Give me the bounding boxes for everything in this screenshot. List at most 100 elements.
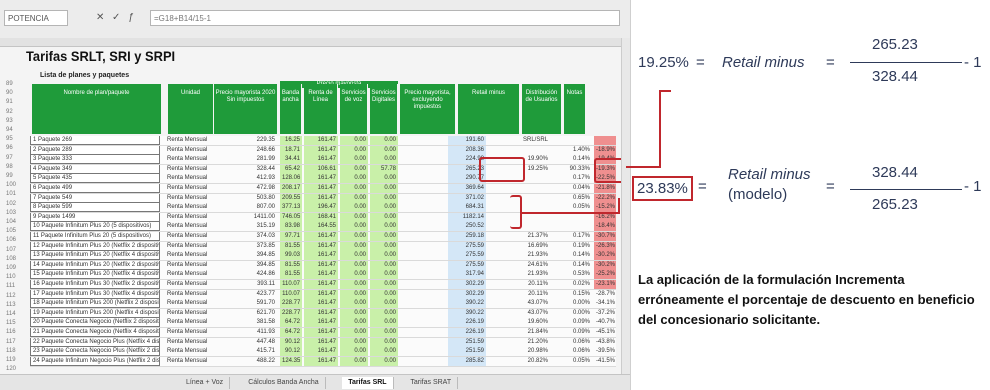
name-box[interactable]: POTENCIA [4, 10, 68, 26]
wholesale-price-cell: 371.02 [448, 193, 486, 203]
wholesale-component-cell: 0.00 [340, 241, 368, 251]
plan-name-cell: 9 Paquete 1499 [30, 212, 160, 222]
table-row[interactable]: 11 Paquete Infinitum Plus 20 (5 disposit… [30, 232, 616, 242]
wholesale-component-cell: 0.00 [340, 222, 368, 232]
row-number: 89 [6, 81, 13, 87]
table-row[interactable]: 23 Paquete Conecta Negocio Plus (Netflix… [30, 347, 616, 358]
table-row[interactable]: 2 Paquete 289 Renta Mensual 248.66 18.71 161… [30, 145, 616, 156]
plan-name-cell: 8 Paquete 599 [30, 203, 160, 213]
table-row[interactable]: 7 Paquete 549 Renta Mensual 503.80 209.55 16… [30, 193, 616, 204]
plan-name-cell: 2 Paquete 289 [30, 145, 160, 155]
eq2-equals-2: = [826, 178, 835, 195]
wholesale-component-cell: 164.55 [304, 222, 338, 232]
wholesale-component-cell: 209.55 [280, 193, 302, 203]
function-icon[interactable]: ƒ [128, 10, 134, 26]
row-number: 114 [6, 311, 16, 318]
sheet-tab[interactable]: Línea + Voz [180, 377, 231, 389]
table-row[interactable]: 22 Paquete Conecta Negocio Plus (Netflix… [30, 337, 616, 348]
retail-minus-cell: 43.07% [527, 309, 548, 316]
wholesale-component-cell: 0.00 [340, 337, 368, 347]
table-row[interactable]: 19 Paquete Infinitum Plus 200 (Netflix 4… [30, 308, 616, 319]
distribution-cell: 0.17% [572, 175, 590, 182]
price-cell: 472.98 [256, 185, 275, 191]
table-row[interactable]: 17 Paquete Infinitum Plus 30 (Netflix 4 … [30, 289, 616, 300]
wholesale-price-cell: 285.82 [448, 356, 486, 366]
sheet-tab[interactable]: Tarifas SRAT [404, 377, 459, 389]
table-row[interactable]: 3 Paquete 333 Renta Mensual 281.99 34.41 161… [30, 155, 616, 166]
row-number: 116 [6, 329, 16, 336]
table-row[interactable]: 4 Paquete 349 Renta Mensual 328.44 65.42 106… [30, 164, 616, 175]
table-row[interactable]: 24 Paquete Infinitum Negocio Plus (Netfl… [30, 356, 616, 367]
formula-input[interactable]: =G18+B14/15-1 [150, 10, 620, 26]
row-number: 101 [6, 191, 17, 198]
row-number: 117 [6, 338, 16, 345]
wholesale-price-cell: 251.59 [448, 337, 486, 347]
confirm-icon[interactable]: ✓ [112, 10, 120, 26]
table-row[interactable]: 14 Paquete Infinitum Plus 20 (Netflix 2 … [30, 260, 616, 271]
wholesale-component-cell: 161.47 [304, 337, 338, 347]
eq1-fraction-bar [850, 62, 962, 63]
unit-cell: Renta Mensual [167, 319, 208, 326]
eq2-denominator: 265.23 [872, 196, 918, 213]
wholesale-component-cell: 161.47 [304, 280, 338, 289]
distribution-cell: 0.15% [572, 290, 590, 297]
table-row[interactable]: 9 Paquete 1499 Renta Mensual 1411.00 746.05… [30, 212, 616, 223]
wholesale-price-cell: 684.31 [448, 203, 486, 213]
vertical-scrollbar[interactable] [621, 38, 630, 374]
sheet-tab[interactable]: Tarifas SRL [342, 377, 394, 389]
row-number: 109 [6, 265, 17, 272]
wholesale-component-cell: 161.47 [304, 289, 338, 299]
table-row[interactable]: 15 Paquete Infinitum Plus 20 (Netflix 4 … [30, 270, 616, 281]
wholesale-component-cell: 0.00 [370, 347, 398, 357]
plan-name-cell: 23 Paquete Conecta Negocio Plus (Netflix… [30, 347, 160, 357]
notes-cell: -25.2% [594, 270, 616, 280]
sheet-subtitle: Lista de planes y paquetes [40, 72, 130, 79]
connector-line [520, 212, 620, 214]
table-row[interactable]: 20 Paquete Conecta Negocio (Netflix 2 di… [30, 318, 616, 329]
distribution-cell: 0.17% [572, 233, 590, 239]
retail-minus-cell: 20.98% [527, 348, 548, 355]
wholesale-component-cell: 168.41 [304, 212, 338, 222]
table-row[interactable]: 1 Paquete 269 Renta Mensual 229.35 16.25 161… [30, 136, 616, 146]
table-row[interactable]: 16 Paquete Infinitum Plus 30 (Netflix 2 … [30, 280, 616, 290]
wholesale-component-cell: 0.00 [340, 289, 368, 299]
sheet-tab[interactable]: Cálculos Banda Ancha [242, 377, 326, 389]
price-cell: 488.22 [256, 357, 275, 364]
wholesale-component-cell: 0.00 [340, 203, 368, 213]
row-numbers: 89 90 91 92 93 94 95 96 97 98 99 100 101 102 103 104 105… [6, 80, 22, 375]
plan-name-cell: 22 Paquete Conecta Negocio Plus (Netflix… [30, 337, 160, 347]
table-row[interactable]: 10 Paquete Infinitum Plus 20 (5 disposit… [30, 222, 616, 233]
column-headers [0, 38, 630, 47]
retail-minus-cell: 20.82% [527, 357, 548, 364]
wholesale-component-cell: 0.00 [340, 318, 368, 328]
wholesale-price-cell: 369.64 [448, 184, 486, 193]
wholesale-component-cell: 161.47 [304, 184, 338, 193]
wholesale-component-cell: 161.47 [304, 232, 338, 241]
table-row[interactable]: 12 Paquete Infinitum Plus 20 (Netflix 2 … [30, 241, 616, 252]
eq2-fraction-bar [850, 189, 962, 190]
wholesale-component-cell: 161.47 [304, 260, 338, 270]
formula-bar: POTENCIA ✕ ✓ ƒ =G18+B14/15-1 [0, 0, 630, 39]
distribution-cell [552, 213, 592, 222]
eq2-numerator: 328.44 [872, 164, 918, 181]
eq1-minus-one: - 1 [964, 54, 982, 71]
table-row[interactable]: 21 Paquete Conecta Negocio (Netflix 4 di… [30, 328, 616, 338]
wholesale-component-cell: 0.00 [340, 356, 368, 366]
table-row[interactable]: 13 Paquete Infinitum Plus 20 (Netflix 4 … [30, 251, 616, 262]
plan-name-cell: 3 Paquete 333 [30, 155, 160, 165]
table-row[interactable]: 18 Paquete Infinitum Plus 200 (Netflix 2… [30, 299, 616, 310]
wholesale-component-cell: 0.00 [370, 299, 398, 309]
price-cell: 447.48 [256, 338, 275, 345]
sheet-tabs: Línea + Voz Cálculos Banda Ancha Tarifas S… [0, 374, 630, 390]
retail-minus-cell: 16.69% [527, 242, 548, 249]
plan-name-cell: 4 Paquete 349 [30, 164, 160, 174]
notes-cell: -18.4% [594, 222, 616, 232]
table-row[interactable]: 6 Paquete 499 Renta Mensual 472.98 208.17 16… [30, 184, 616, 194]
unit-cell: Renta Mensual [167, 185, 208, 191]
notes-cell: -40.7% [596, 319, 616, 326]
cancel-icon[interactable]: ✕ [96, 10, 104, 26]
table-row[interactable]: 5 Paquete 435 Renta Mensual 412.93 128.06 16… [30, 174, 616, 185]
price-cell: 621.70 [256, 309, 275, 316]
eq2-label: Retail minus [728, 166, 811, 183]
unit-cell: Renta Mensual [167, 204, 208, 211]
